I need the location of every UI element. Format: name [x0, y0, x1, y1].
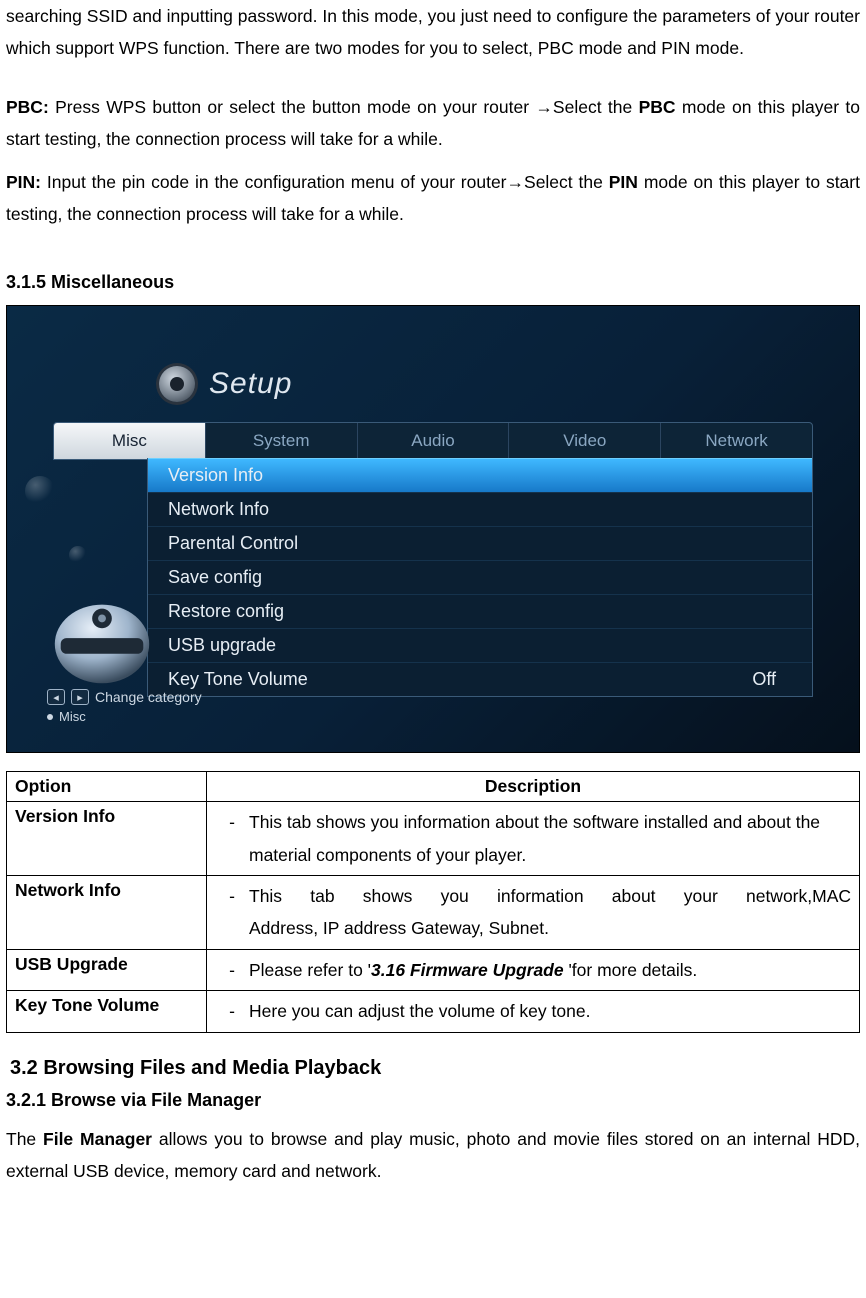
- menu-item-network-info[interactable]: Network Info: [148, 492, 812, 526]
- bullet-icon: [47, 714, 53, 720]
- gear-icon: [159, 366, 195, 402]
- left-key-icon: ◂: [47, 689, 65, 705]
- pin-label: PIN:: [6, 172, 41, 192]
- menu-item-version-info[interactable]: Version Info: [148, 458, 812, 492]
- table-row: Key Tone Volume - Here you can adjust th…: [7, 991, 860, 1032]
- menu-item-value: Off: [752, 669, 776, 690]
- menu-item-label: Version Info: [168, 465, 263, 486]
- fm-bold: File Manager: [43, 1129, 152, 1149]
- pin-paragraph: PIN: Input the pin code in the configura…: [6, 166, 860, 231]
- arrow-icon: →: [507, 172, 525, 192]
- heading-file-manager: 3.2.1 Browse via File Manager: [6, 1090, 860, 1111]
- setup-title-row: Setup: [159, 366, 292, 402]
- desc-text: This tab shows you information about the…: [249, 812, 820, 864]
- description-header: Description: [207, 772, 860, 802]
- option-name: Key Tone Volume: [7, 991, 207, 1032]
- pin-bold: PIN: [609, 172, 638, 192]
- desc-text-line1: This tab shows you information about you…: [249, 880, 851, 912]
- dash-icon: -: [215, 806, 249, 871]
- desc-text-pre: Please refer to ': [249, 960, 371, 980]
- option-name: USB Upgrade: [7, 949, 207, 990]
- dash-icon: -: [215, 995, 249, 1027]
- menu-item-label: Key Tone Volume: [168, 669, 308, 690]
- table-row: Version Info - This tab shows you inform…: [7, 802, 860, 876]
- menu-item-label: Network Info: [168, 499, 269, 520]
- hint-current-category: Misc: [59, 709, 86, 724]
- tab-audio[interactable]: Audio: [358, 423, 510, 459]
- option-name: Network Info: [7, 876, 207, 950]
- tab-system[interactable]: System: [206, 423, 358, 459]
- setup-menu-list: Version Info Network Info Parental Contr…: [147, 458, 813, 697]
- table-header-row: Option Description: [7, 772, 860, 802]
- option-description: - Here you can adjust the volume of key …: [207, 991, 860, 1032]
- setup-title: Setup: [209, 367, 292, 401]
- dash-icon: -: [215, 954, 249, 986]
- setup-screenshot: Setup Misc System Audio Video Network Ve…: [6, 305, 860, 753]
- pbc-bold: PBC: [639, 97, 676, 117]
- table-row: USB Upgrade - Please refer to '3.16 Firm…: [7, 949, 860, 990]
- misc-category-icon: [43, 592, 161, 692]
- tab-video[interactable]: Video: [509, 423, 661, 459]
- desc-text: Here you can adjust the volume of key to…: [249, 1001, 590, 1021]
- file-manager-paragraph: The File Manager allows you to browse an…: [6, 1123, 860, 1188]
- pin-text-b: Select the: [524, 172, 609, 192]
- desc-ref: 3.16 Firmware Upgrade: [371, 960, 564, 980]
- option-description: - Please refer to '3.16 Firmware Upgrade…: [207, 949, 860, 990]
- fm-text-a: The: [6, 1129, 43, 1149]
- menu-item-label: Parental Control: [168, 533, 298, 554]
- menu-item-label: USB upgrade: [168, 635, 276, 656]
- option-description: - This tab shows you information about y…: [207, 876, 860, 950]
- dash-icon: -: [215, 880, 249, 945]
- right-key-icon: ▸: [71, 689, 89, 705]
- hint-change-category: Change category: [95, 689, 202, 705]
- intro-paragraph: searching SSID and inputting password. I…: [6, 0, 860, 65]
- table-row: Network Info - This tab shows you inform…: [7, 876, 860, 950]
- menu-item-save-config[interactable]: Save config: [148, 560, 812, 594]
- pbc-label: PBC:: [6, 97, 49, 117]
- menu-item-key-tone-volume[interactable]: Key Tone Volume Off: [148, 662, 812, 696]
- menu-item-restore-config[interactable]: Restore config: [148, 594, 812, 628]
- option-header: Option: [7, 772, 207, 802]
- menu-item-label: Restore config: [168, 601, 284, 622]
- pin-text-a: Input the pin code in the configuration …: [41, 172, 507, 192]
- desc-text-post: 'for more details.: [564, 960, 698, 980]
- pbc-paragraph: PBC: Press WPS button or select the butt…: [6, 91, 860, 156]
- tab-misc[interactable]: Misc: [54, 423, 206, 459]
- setup-tabs: Misc System Audio Video Network: [53, 422, 813, 460]
- options-table: Option Description Version Info - This t…: [6, 771, 860, 1032]
- desc-text-line2: Address, IP address Gateway, Subnet.: [249, 912, 851, 944]
- option-description: - This tab shows you information about t…: [207, 802, 860, 876]
- menu-item-usb-upgrade[interactable]: USB upgrade: [148, 628, 812, 662]
- heading-browsing-files: 3.2 Browsing Files and Media Playback: [10, 1057, 860, 1080]
- arrow-icon: →: [535, 97, 553, 117]
- heading-miscellaneous: 3.1.5 Miscellaneous: [6, 272, 860, 293]
- tab-network[interactable]: Network: [661, 423, 812, 459]
- pbc-text-b: Select the: [553, 97, 639, 117]
- setup-hint: ◂ ▸ Change category Misc: [47, 689, 202, 724]
- pbc-text-a: Press WPS button or select the button mo…: [49, 97, 536, 117]
- menu-item-parental-control[interactable]: Parental Control: [148, 526, 812, 560]
- option-name: Version Info: [7, 802, 207, 876]
- menu-item-label: Save config: [168, 567, 262, 588]
